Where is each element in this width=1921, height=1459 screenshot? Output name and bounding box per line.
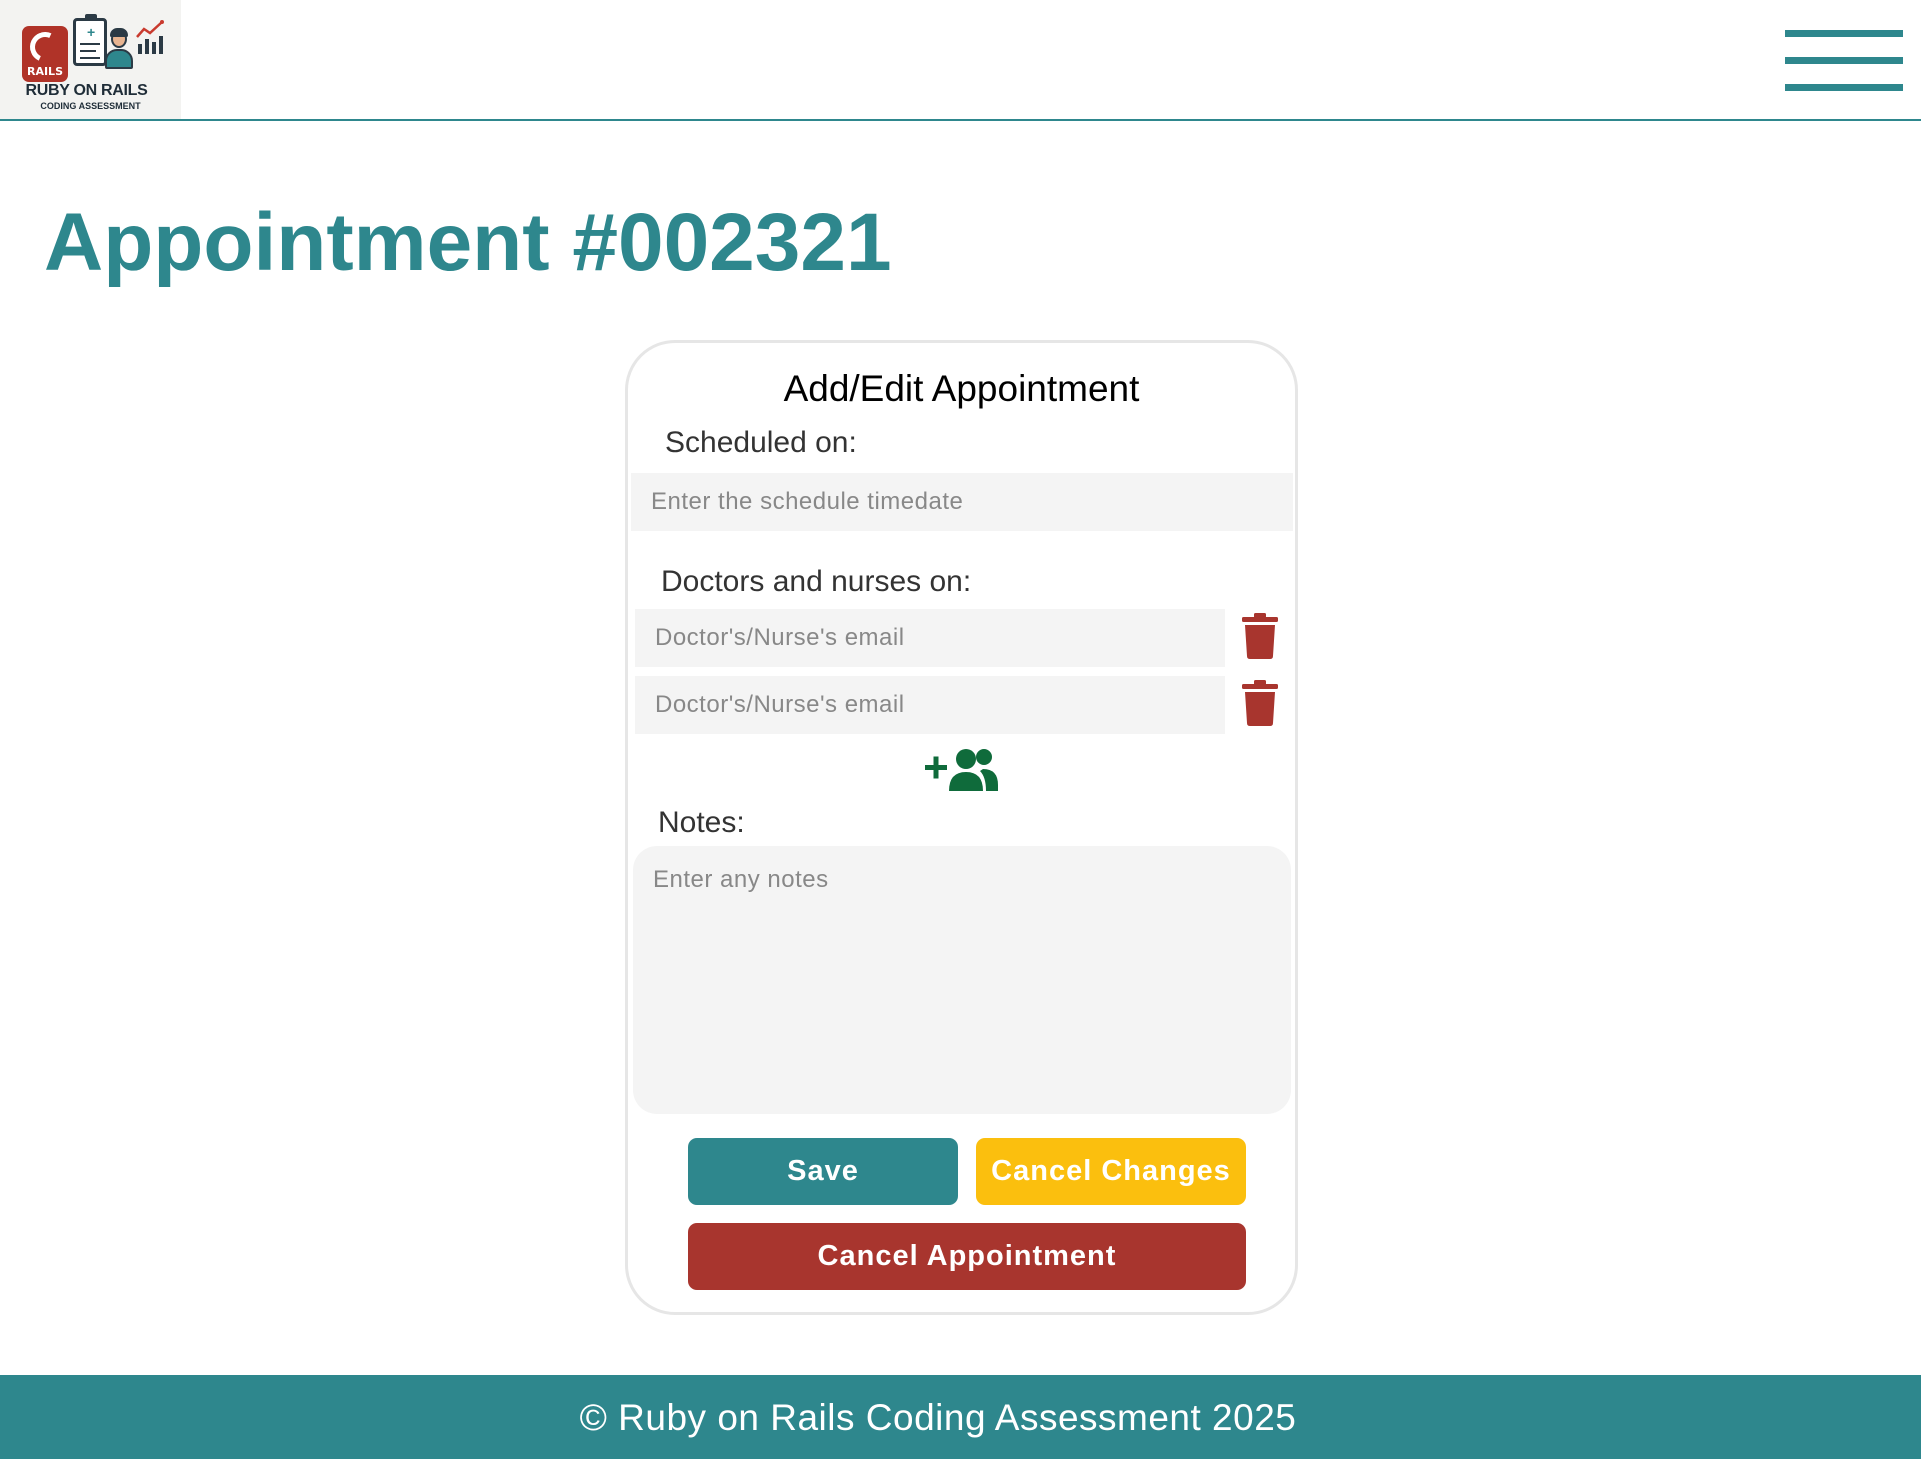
site-footer: © Ruby on Rails Coding Assessment 2025 [0, 1375, 1921, 1459]
doctor-icon [104, 28, 134, 70]
logo-title: RUBY ON RAILS [25, 82, 148, 99]
trash-icon[interactable] [1242, 613, 1278, 659]
chart-icon [136, 20, 164, 54]
schedule-datetime-input[interactable] [631, 473, 1293, 531]
site-header: RAILS + RUBY ON RAILS CODING ASSESSMENT [0, 0, 1921, 121]
site-logo[interactable]: RAILS + RUBY ON RAILS CODING ASSESSMENT [0, 0, 181, 119]
staff-email-input[interactable] [635, 676, 1225, 734]
notes-label: Notes: [658, 806, 745, 839]
trash-icon[interactable] [1242, 680, 1278, 726]
footer-copyright: © Ruby on Rails Coding Assessment 2025 [579, 1397, 1297, 1438]
logo-subtitle: CODING ASSESSMENT [40, 101, 141, 111]
add-staff-member-icon[interactable] [925, 747, 999, 791]
notes-textarea[interactable] [633, 846, 1291, 1114]
rails-badge-text: RAILS [26, 65, 63, 78]
cancel-appointment-button[interactable]: Cancel Appointment [688, 1223, 1246, 1290]
appointment-form-card: Add/Edit Appointment Scheduled on: Docto… [625, 340, 1298, 1315]
cancel-changes-button[interactable]: Cancel Changes [976, 1138, 1246, 1205]
clipboard-icon: + [73, 14, 107, 66]
doctors-nurses-label: Doctors and nurses on: [661, 565, 972, 598]
page-title: Appointment #002321 [44, 197, 892, 288]
scheduled-on-label: Scheduled on: [665, 426, 857, 459]
staff-email-input[interactable] [635, 609, 1225, 667]
hamburger-menu-icon[interactable] [1785, 30, 1903, 92]
form-title: Add/Edit Appointment [783, 368, 1140, 409]
save-button[interactable]: Save [688, 1138, 958, 1205]
rails-logo-icon: RAILS [22, 26, 68, 82]
